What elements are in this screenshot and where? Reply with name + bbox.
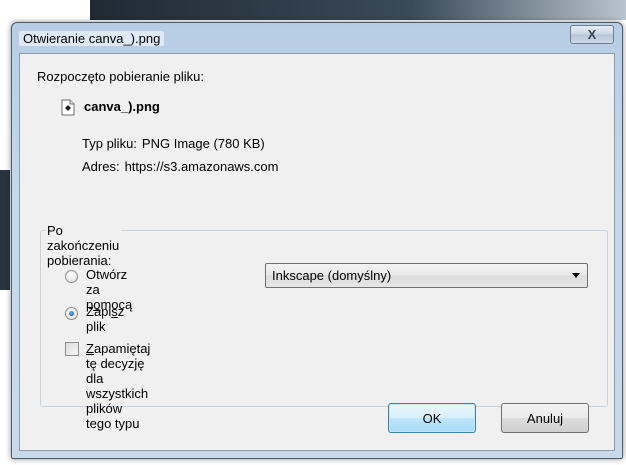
file-type-value: PNG Image (780 KB) bbox=[141, 136, 265, 151]
close-button[interactable]: X bbox=[570, 25, 614, 44]
file-address-row: Adres: https://s3.amazonaws.com bbox=[82, 159, 278, 174]
file-address-value: https://s3.amazonaws.com bbox=[124, 159, 279, 174]
remember-decision-label[interactable]: Zapamiętaj tę decyzję dla wszystkich pli… bbox=[86, 341, 150, 431]
background-window-titlebar bbox=[90, 0, 626, 20]
dialog-title: Otwieranie canva_).png bbox=[19, 31, 165, 46]
file-icon bbox=[61, 99, 75, 116]
ok-button[interactable]: OK bbox=[388, 403, 476, 433]
dialog-titlebar[interactable]: Otwieranie canva_).png X bbox=[12, 23, 622, 53]
save-file-label[interactable]: Zapisz plik bbox=[86, 304, 124, 334]
file-name: canva_).png bbox=[84, 99, 160, 114]
file-type-row: Typ pliku: PNG Image (780 KB) bbox=[82, 136, 265, 151]
open-with-app-select[interactable]: Inkscape (domyślny) bbox=[265, 263, 588, 288]
file-type-label: Typ pliku: bbox=[82, 136, 137, 151]
chevron-down-icon bbox=[572, 273, 580, 278]
close-icon: X bbox=[587, 27, 597, 42]
open-with-app-value: Inkscape (domyślny) bbox=[272, 268, 392, 283]
remember-decision-checkbox[interactable] bbox=[65, 342, 79, 356]
save-file-radio[interactable] bbox=[65, 307, 78, 320]
file-address-label: Adres: bbox=[82, 159, 120, 174]
download-intro-text: Rozpoczęto pobieranie pliku: bbox=[37, 69, 204, 84]
cancel-button[interactable]: Anuluj bbox=[501, 403, 589, 433]
open-with-radio[interactable] bbox=[65, 270, 78, 283]
background-window-edge bbox=[0, 170, 10, 290]
after-download-legend: Po zakończeniu pobierania: bbox=[45, 223, 122, 268]
